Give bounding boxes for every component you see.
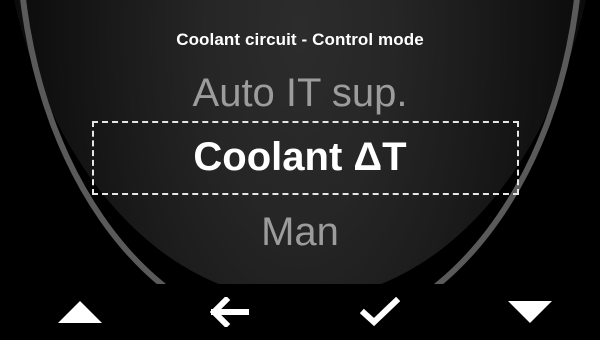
triangle-up-icon [58,301,102,323]
down-button[interactable] [455,284,600,340]
bottom-navigation-bar [0,284,600,340]
confirm-button[interactable] [305,284,455,340]
option-next[interactable]: Man [0,212,600,252]
triangle-down-icon [508,301,552,323]
back-button[interactable] [155,284,305,340]
option-previous[interactable]: Auto IT sup. [0,73,600,113]
control-mode-screen: Coolant circuit - Control mode Auto IT s… [0,0,600,340]
option-selected[interactable]: Coolant ΔT [0,137,600,177]
page-title: Coolant circuit - Control mode [176,30,424,49]
checkmark-icon [360,297,400,327]
up-button[interactable] [5,284,155,340]
arrow-left-icon [210,297,249,327]
